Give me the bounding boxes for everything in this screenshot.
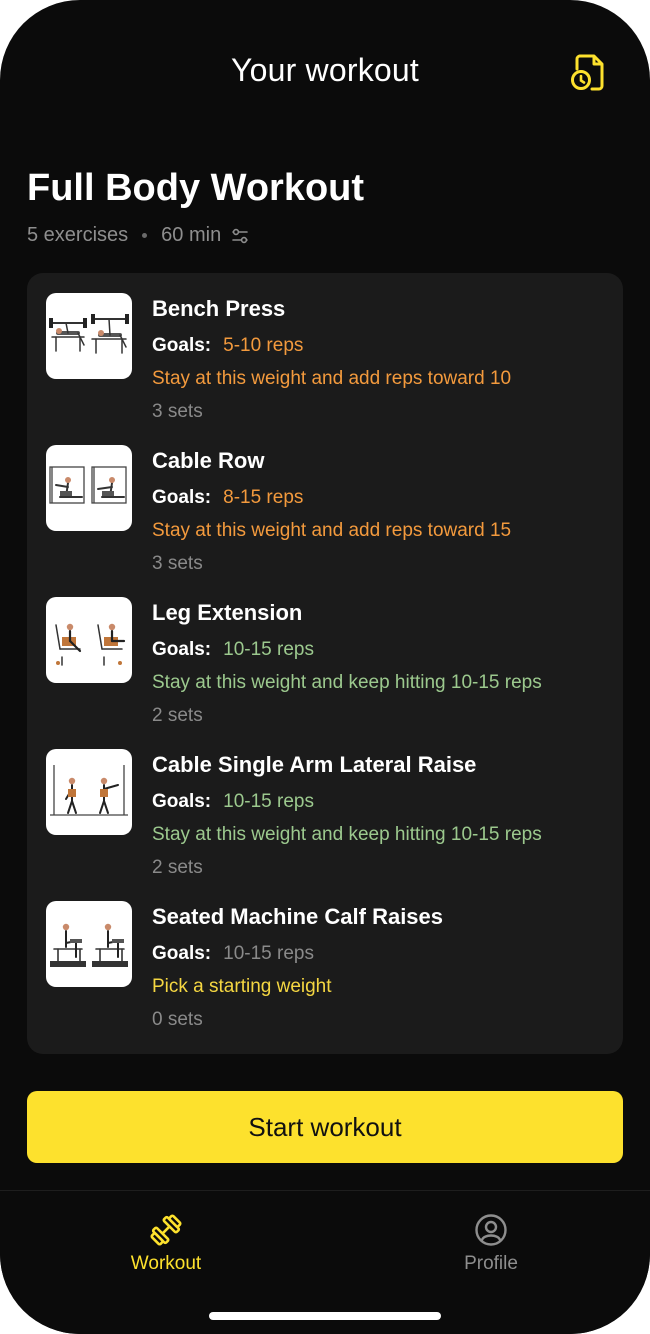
- exercise-count: 5 exercises: [27, 224, 129, 246]
- exercise-thumbnail: [46, 293, 132, 379]
- exercise-thumbnail: [46, 597, 132, 683]
- tab-icon-wrapper: [86, 1211, 246, 1249]
- lateral-raise-illustration: [50, 765, 128, 816]
- goals-label: Goals:: [152, 639, 212, 660]
- exercise-thumbnail: [46, 901, 132, 987]
- tab-workout[interactable]: Workout: [86, 1211, 246, 1281]
- goals-label: Goals:: [152, 335, 212, 356]
- workout-header: Full Body Workout 5 exercises 60 min: [27, 162, 623, 247]
- exercise-name: Cable Row: [152, 448, 265, 473]
- exercise-goals: Goals: 5-10 reps: [152, 335, 303, 357]
- exercise-thumbnail: [46, 749, 132, 835]
- exercise-name: Leg Extension: [152, 600, 303, 625]
- screen-title: Your workout: [231, 52, 419, 88]
- tab-label: Workout: [130, 1253, 202, 1274]
- goals-value: 10-15 reps: [223, 639, 314, 660]
- clock-document-icon: [571, 54, 604, 91]
- goals-value: 8-15 reps: [223, 487, 304, 508]
- workout-meta: 5 exercises 60 min: [27, 224, 623, 247]
- exercise-goals: Goals: 10-15 reps: [152, 943, 314, 965]
- exercise-sets: 3 sets: [152, 401, 203, 422]
- exercise-sets: 2 sets: [152, 705, 203, 726]
- exercise-name: Seated Machine Calf Raises: [152, 904, 444, 929]
- home-indicator: [209, 1312, 441, 1320]
- exercise-advice: Stay at this weight and keep hitting 10-…: [152, 824, 542, 845]
- tab-label: Profile: [464, 1253, 518, 1274]
- exercise-goals: Goals: 10-15 reps: [152, 639, 314, 661]
- exercise-thumbnail: [46, 445, 132, 531]
- calf-raise-illustration: [50, 923, 128, 967]
- exercise-item-cable-lateral-raise[interactable]: Cable Single Arm Lateral Raise Goals: 10-…: [46, 749, 606, 894]
- exercise-advice: Stay at this weight and keep hitting 10-…: [152, 672, 542, 693]
- separator-dot: [142, 233, 148, 238]
- exercise-advice: Stay at this weight and add reps toward …: [152, 368, 512, 389]
- goals-value: 5-10 reps: [223, 335, 304, 356]
- exercise-advice: Pick a starting weight: [152, 976, 332, 997]
- user-circle-icon: [475, 1214, 507, 1246]
- bench-press-illustration: [49, 314, 129, 354]
- sliders-icon: [232, 228, 248, 243]
- goals-value: 10-15 reps: [223, 943, 314, 964]
- exercise-goals: Goals: 10-15 reps: [152, 791, 314, 813]
- workout-settings-button[interactable]: [231, 227, 249, 245]
- exercise-sets: 2 sets: [152, 857, 203, 878]
- goals-value: 10-15 reps: [223, 791, 314, 812]
- top-bar: Your workout: [0, 0, 650, 140]
- exercise-sets: 0 sets: [152, 1009, 203, 1030]
- workout-history-button[interactable]: [566, 50, 610, 94]
- leg-extension-illustration: [55, 623, 126, 666]
- exercise-goals: Goals: 8-15 reps: [152, 487, 303, 509]
- workout-name: Full Body Workout: [27, 167, 365, 209]
- tab-icon-wrapper: [411, 1211, 571, 1249]
- exercise-name: Cable Single Arm Lateral Raise: [152, 752, 477, 777]
- exercise-item-cable-row[interactable]: Cable Row Goals: 8-15 reps Stay at this w…: [46, 445, 606, 590]
- exercise-item-bench-press[interactable]: Bench Press Goals: 5-10 reps Stay at this…: [46, 293, 606, 438]
- exercise-item-leg-extension[interactable]: Leg Extension Goals: 10-15 reps Stay at t…: [46, 597, 606, 742]
- exercise-sets: 3 sets: [152, 553, 203, 574]
- start-workout-button[interactable]: Start workout: [27, 1091, 623, 1163]
- exercise-list: Bench Press Goals: 5-10 reps Stay at this…: [27, 273, 623, 1054]
- exercise-advice: Stay at this weight and add reps toward …: [152, 520, 512, 541]
- goals-label: Goals:: [152, 487, 212, 508]
- goals-label: Goals:: [152, 791, 212, 812]
- phone-screen: Your workout Full Body Workout 5 exercis…: [0, 0, 650, 1334]
- exercise-item-seated-calf-raise[interactable]: Seated Machine Calf Raises Goals: 10-15 r…: [46, 901, 606, 1046]
- tab-profile[interactable]: Profile: [411, 1211, 571, 1281]
- cable-row-illustration: [49, 466, 127, 504]
- dumbbell-icon: [150, 1214, 182, 1246]
- exercise-name: Bench Press: [152, 296, 286, 321]
- workout-duration: 60 min: [161, 224, 222, 246]
- goals-label: Goals:: [152, 943, 212, 964]
